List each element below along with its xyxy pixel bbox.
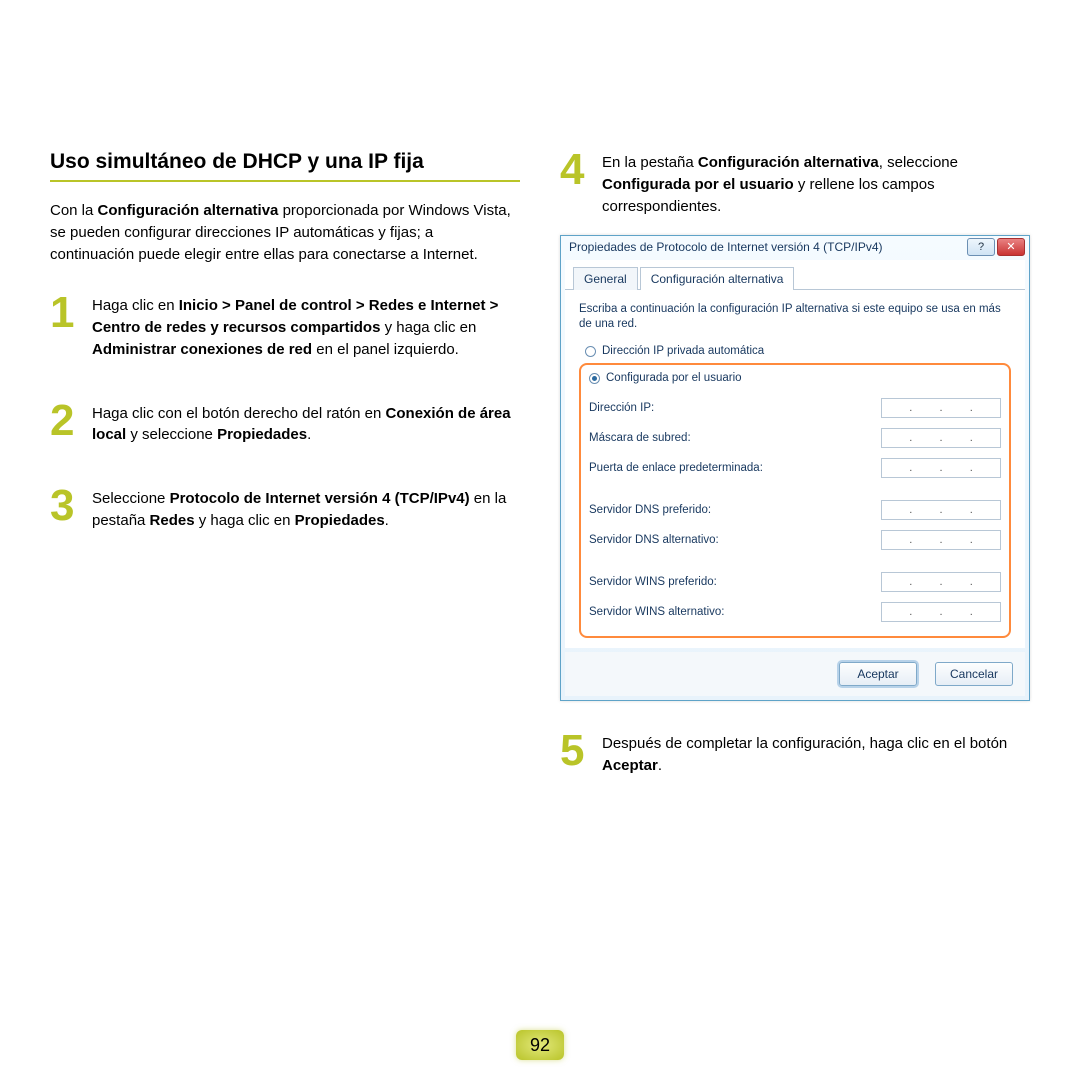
dialog-title: Propiedades de Protocolo de Internet ver… bbox=[569, 240, 967, 254]
step-number: 3 bbox=[50, 486, 82, 526]
text: y haga clic en bbox=[195, 512, 295, 529]
text: En la pestaña bbox=[602, 154, 698, 171]
text: Haga clic con el botón derecho del ratón… bbox=[92, 405, 386, 422]
text: Haga clic en bbox=[92, 297, 179, 314]
right-column: 4 En la pestaña Configuración alternativ… bbox=[560, 150, 1030, 817]
page-number-badge: 92 bbox=[516, 1030, 564, 1060]
step-text: En la pestaña Configuración alternativa,… bbox=[602, 150, 1030, 217]
tab-alternative-config[interactable]: Configuración alternativa bbox=[640, 267, 795, 290]
text-bold: Redes bbox=[150, 512, 195, 529]
row-dns-preferred: Servidor DNS preferido: ... bbox=[589, 500, 1001, 520]
dialog-body: Escriba a continuación la configuración … bbox=[565, 290, 1025, 648]
dialog-footer: Aceptar Cancelar bbox=[565, 652, 1025, 696]
row-wins-preferred: Servidor WINS preferido: ... bbox=[589, 572, 1001, 592]
dns-alternative-input[interactable]: ... bbox=[881, 530, 1001, 550]
tcp-ipv4-properties-dialog: Propiedades de Protocolo de Internet ver… bbox=[560, 235, 1030, 701]
ip-address-input[interactable]: ... bbox=[881, 398, 1001, 418]
radio-icon bbox=[589, 373, 600, 384]
wins-preferred-input[interactable]: ... bbox=[881, 572, 1001, 592]
text-bold: Propiedades bbox=[217, 426, 307, 443]
step-text: Haga clic con el botón derecho del ratón… bbox=[92, 401, 520, 447]
step-1: 1 Haga clic en Inicio > Panel de control… bbox=[50, 293, 520, 360]
radio-auto-ip[interactable]: Dirección IP privada automática bbox=[579, 342, 1011, 361]
step-4: 4 En la pestaña Configuración alternativ… bbox=[560, 150, 1030, 217]
dns-preferred-input[interactable]: ... bbox=[881, 500, 1001, 520]
step-number: 5 bbox=[560, 731, 592, 771]
radio-label: Configurada por el usuario bbox=[606, 372, 742, 384]
text-bold: Protocolo de Internet versión 4 (TCP/IPv… bbox=[170, 490, 470, 507]
radio-label: Dirección IP privada automática bbox=[602, 345, 764, 357]
left-column: Uso simultáneo de DHCP y una IP fija Con… bbox=[50, 150, 520, 817]
step-text: Después de completar la configuración, h… bbox=[602, 731, 1030, 777]
text: . bbox=[385, 512, 389, 529]
radio-icon bbox=[585, 346, 596, 357]
step-text: Haga clic en Inicio > Panel de control >… bbox=[92, 293, 520, 360]
text: , seleccione bbox=[879, 154, 958, 171]
dialog-instruction-text: Escriba a continuación la configuración … bbox=[579, 302, 1011, 332]
row-wins-alternative: Servidor WINS alternativo: ... bbox=[589, 602, 1001, 622]
document-page: Uso simultáneo de DHCP y una IP fija Con… bbox=[0, 0, 1080, 817]
tab-strip: General Configuración alternativa bbox=[565, 260, 1025, 290]
text: . bbox=[307, 426, 311, 443]
default-gateway-input[interactable]: ... bbox=[881, 458, 1001, 478]
text: y seleccione bbox=[126, 426, 217, 443]
text-bold: Configuración alternativa bbox=[698, 154, 879, 171]
row-dns-alternative: Servidor DNS alternativo: ... bbox=[589, 530, 1001, 550]
user-configured-highlight: Configurada por el usuario Dirección IP:… bbox=[579, 363, 1011, 638]
tab-general[interactable]: General bbox=[573, 267, 638, 290]
step-number: 1 bbox=[50, 293, 82, 333]
titlebar-buttons: ? ✕ bbox=[967, 238, 1025, 256]
text: Con la bbox=[50, 202, 98, 219]
row-subnet-mask: Máscara de subred: ... bbox=[589, 428, 1001, 448]
text-bold: Propiedades bbox=[295, 512, 385, 529]
row-ip-address: Dirección IP: ... bbox=[589, 398, 1001, 418]
text: Seleccione bbox=[92, 490, 170, 507]
wins-alternative-input[interactable]: ... bbox=[881, 602, 1001, 622]
help-button[interactable]: ? bbox=[967, 238, 995, 256]
field-label: Dirección IP: bbox=[589, 402, 654, 414]
cancel-button[interactable]: Cancelar bbox=[935, 662, 1013, 686]
text-bold: Configurada por el usuario bbox=[602, 176, 794, 193]
field-label: Servidor DNS preferido: bbox=[589, 504, 711, 516]
text-bold: Configuración alternativa bbox=[98, 202, 279, 219]
text-bold: Aceptar bbox=[602, 757, 658, 774]
field-label: Servidor DNS alternativo: bbox=[589, 534, 719, 546]
subnet-mask-input[interactable]: ... bbox=[881, 428, 1001, 448]
text: . bbox=[658, 757, 662, 774]
ok-button[interactable]: Aceptar bbox=[839, 662, 917, 686]
step-number: 4 bbox=[560, 150, 592, 190]
dialog-titlebar: Propiedades de Protocolo de Internet ver… bbox=[561, 236, 1029, 260]
text-bold: Administrar conexiones de red bbox=[92, 341, 312, 358]
step-number: 2 bbox=[50, 401, 82, 441]
step-text: Seleccione Protocolo de Internet versión… bbox=[92, 486, 520, 532]
radio-user-configured[interactable]: Configurada por el usuario bbox=[589, 369, 1001, 388]
text: en el panel izquierdo. bbox=[312, 341, 459, 358]
intro-paragraph: Con la Configuración alternativa proporc… bbox=[50, 200, 520, 265]
text: y haga clic en bbox=[380, 319, 476, 336]
step-3: 3 Seleccione Protocolo de Internet versi… bbox=[50, 486, 520, 532]
close-button[interactable]: ✕ bbox=[997, 238, 1025, 256]
field-label: Máscara de subred: bbox=[589, 432, 691, 444]
step-5: 5 Después de completar la configuración,… bbox=[560, 731, 1030, 777]
text: Después de completar la configuración, h… bbox=[602, 735, 1007, 752]
step-2: 2 Haga clic con el botón derecho del rat… bbox=[50, 401, 520, 447]
section-heading: Uso simultáneo de DHCP y una IP fija bbox=[50, 150, 520, 182]
row-default-gateway: Puerta de enlace predeterminada: ... bbox=[589, 458, 1001, 478]
field-label: Servidor WINS preferido: bbox=[589, 576, 717, 588]
field-label: Puerta de enlace predeterminada: bbox=[589, 462, 763, 474]
field-label: Servidor WINS alternativo: bbox=[589, 606, 725, 618]
